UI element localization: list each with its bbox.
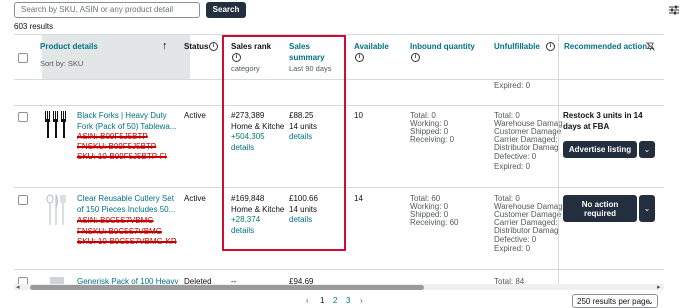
unfulfillable-expired: Expired: 0 — [494, 81, 531, 90]
pagination-prev[interactable]: ‹ — [306, 296, 309, 305]
results-per-page-select[interactable]: 250 results per page ⌄ — [572, 294, 658, 308]
unfulfillable-info-icon[interactable]: i — [546, 42, 555, 51]
unful-defective: Defective: 0 — [494, 152, 537, 161]
product-title-line2[interactable]: Fork (Pack of 50) Tablewa... — [77, 122, 176, 133]
redacted-sku: SKU: 10-B09F5J5BTP-FI — [77, 152, 167, 161]
product-image-black-forks[interactable] — [42, 109, 70, 139]
row-checkbox[interactable] — [18, 195, 28, 205]
top-bar: Search by SKU, ASIN or any product detai… — [0, 0, 680, 34]
page-3[interactable]: 3 — [346, 296, 350, 305]
table-row: Generisk Pack of 100 Heavy Deleted -- £9… — [14, 269, 664, 287]
redacted-asin: ASIN: B09F5J5BTP — [77, 132, 148, 141]
page-2[interactable]: 2 — [333, 296, 337, 305]
unful-expired: Expired: 0 — [494, 244, 531, 253]
chevron-down-icon[interactable]: ⌄ — [639, 141, 655, 158]
column-divider — [558, 187, 559, 269]
chevron-down-icon: ⌄ — [647, 297, 654, 306]
column-divider — [558, 269, 559, 285]
col-status[interactable]: Status — [184, 42, 208, 51]
page-1[interactable]: 1 — [320, 296, 324, 305]
sort-arrow-up-icon[interactable]: ↑ — [162, 40, 168, 52]
available-value: 10 — [354, 111, 363, 120]
select-all-checkbox[interactable] — [18, 53, 28, 63]
col-product-details[interactable]: Product details — [40, 42, 98, 51]
col-recommended[interactable]: Recommended action — [564, 42, 647, 51]
button-line1: No action — [581, 200, 619, 209]
product-image-clear-cutlery[interactable] — [42, 193, 70, 227]
status-info-icon[interactable]: i — [209, 42, 218, 51]
highlight-box — [222, 35, 346, 251]
advertise-listing-button[interactable]: Advertise listing — [563, 141, 637, 158]
inbound-receiving: Receiving: 60 — [410, 218, 459, 227]
column-divider — [558, 78, 559, 105]
row-checkbox[interactable] — [18, 112, 28, 122]
available-value: 14 — [354, 194, 363, 203]
redacted-fnsku: FNSKU: B0C5S7VBMG — [77, 227, 162, 236]
unpin-icon[interactable] — [646, 42, 655, 51]
status-value: Active — [184, 111, 206, 120]
redacted-asin: ASIN: B0C5S7VBMG — [77, 216, 154, 225]
col-unfulfillable[interactable]: Unfulfillable — [494, 42, 540, 51]
column-divider — [558, 35, 559, 79]
unful-expired: Expired: 0 — [494, 162, 531, 171]
redacted-sku: SKU: 10-B0C5S7VBMG-KR — [77, 237, 177, 246]
search-input[interactable]: Search by SKU, ASIN or any product detai… — [14, 2, 200, 18]
pagination-next[interactable]: › — [360, 296, 363, 305]
no-action-required-button[interactable]: No action required — [563, 195, 637, 222]
product-title-line1[interactable]: Black Forks | Heavy Duty — [77, 111, 167, 122]
inbound-receiving: Receiving: 0 — [410, 135, 455, 144]
product-title-line2[interactable]: of 150 Pieces Includes 50... — [77, 205, 175, 216]
button-line2: required — [583, 209, 616, 218]
chevron-down-icon[interactable]: ⌄ — [639, 195, 655, 222]
sort-by-label: Sort by: SKU — [40, 59, 84, 68]
col-available[interactable]: Available — [354, 42, 389, 51]
scroll-left-arrow-icon[interactable]: ◂ — [16, 283, 20, 291]
inbound-info-icon[interactable]: i — [411, 53, 420, 62]
column-divider — [558, 105, 559, 187]
recommended-action-text: Restock 3 units in 14 days at FBA — [563, 111, 643, 131]
results-count: 603 results — [14, 22, 54, 31]
redacted-fnsku: FNSKU: B09F5J5BTP — [77, 142, 157, 151]
status-value: Active — [184, 194, 206, 203]
search-button[interactable]: Search — [206, 2, 246, 18]
scroll-right-arrow-icon[interactable]: ▸ — [657, 283, 661, 291]
scrollbar-thumb[interactable] — [30, 285, 424, 290]
product-title-line1[interactable]: Clear Reusable Cutlery Set — [77, 194, 174, 205]
settings-sliders-icon[interactable] — [668, 4, 680, 16]
col-inbound[interactable]: Inbound quantity — [410, 42, 475, 51]
available-info-icon[interactable]: i — [355, 53, 364, 62]
